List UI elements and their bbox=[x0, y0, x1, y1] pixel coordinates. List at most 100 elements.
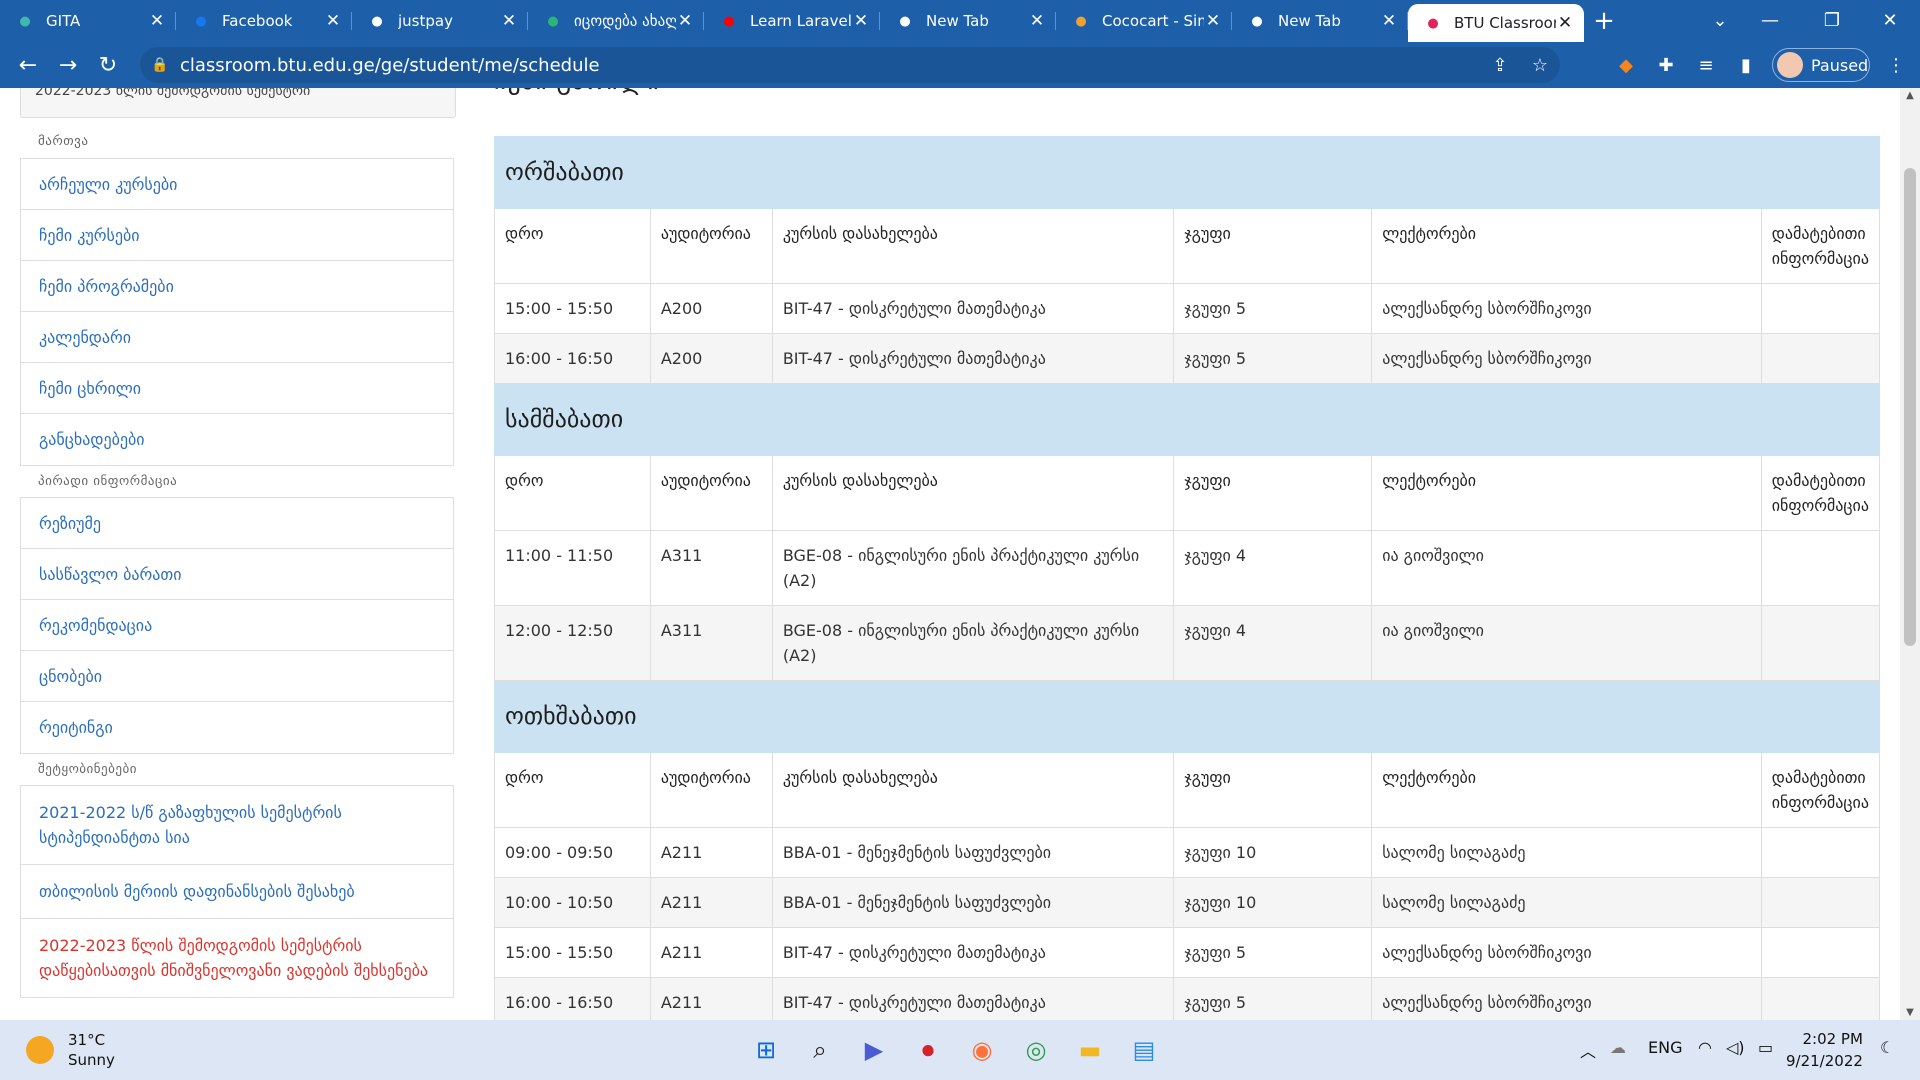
column-header: ლექტორები bbox=[1371, 208, 1762, 284]
tab-list: ● GITA ✕ ● Facebook ✕ ● justpay ✕ ● იცოდება ახალ ✕ ●… bbox=[0, 0, 1584, 42]
url-text[interactable]: classroom.btu.edu.ge/ge/student/me/sched… bbox=[180, 55, 1480, 76]
sidebar-item-notice[interactable]: 2022-2023 წლის შემოდგომის სემესტრის დაწყ… bbox=[21, 919, 453, 997]
bookmark-star-icon[interactable]: ☆ bbox=[1520, 55, 1560, 76]
profile-status: Paused bbox=[1811, 55, 1869, 75]
tab-close-icon[interactable]: ✕ bbox=[1204, 11, 1222, 31]
column-header: კურსის დასახელება bbox=[771, 752, 1175, 828]
media-queue-icon[interactable]: ≡ bbox=[1692, 51, 1720, 79]
reload-icon[interactable]: ↻ bbox=[88, 45, 128, 85]
sidebar-item-manage[interactable]: ჩემი კურსები bbox=[21, 210, 453, 261]
tab-title: New Tab bbox=[1278, 12, 1341, 30]
chrome-icon: ● bbox=[1251, 13, 1263, 29]
column-header: აუდიტორია bbox=[649, 208, 773, 284]
screen-recorder-icon[interactable]: ⏺ bbox=[908, 1030, 948, 1070]
browser-tab[interactable]: ● justpay ✕ bbox=[352, 0, 528, 42]
tab-close-icon[interactable]: ✕ bbox=[1380, 11, 1398, 31]
day-row: სამშაბათი bbox=[494, 383, 1880, 456]
scroll-up-arrow-icon[interactable]: ▲ bbox=[1900, 90, 1920, 101]
wifi-icon[interactable]: ◠ bbox=[1698, 1038, 1712, 1057]
browser-tab[interactable]: ● Facebook ✕ bbox=[176, 0, 352, 42]
sidebar-item-manage[interactable]: ჩემი პროგრამები bbox=[21, 261, 453, 312]
notification-icon[interactable]: ☾ bbox=[1880, 1038, 1894, 1057]
tab-close-icon[interactable]: ✕ bbox=[676, 11, 694, 31]
language-indicator[interactable]: ENG bbox=[1648, 1038, 1682, 1057]
sidebar-item-manage[interactable]: არჩეული კურსები bbox=[21, 159, 453, 210]
weather-widget[interactable]: 31°C Sunny bbox=[26, 1030, 115, 1070]
meet-icon[interactable]: ▶ bbox=[854, 1030, 894, 1070]
column-header: კურსის დასახელება bbox=[771, 208, 1175, 284]
clock-time: 2:02 PM bbox=[1802, 1030, 1863, 1048]
forward-arrow-icon[interactable]: → bbox=[48, 45, 88, 85]
back-arrow-icon[interactable]: ← bbox=[8, 45, 48, 85]
search-icon[interactable]: ⌕ bbox=[800, 1030, 840, 1070]
table-row: 15:00 - 15:50 A211 BIT-47 - დისკრეტული მათ… bbox=[494, 927, 1881, 978]
firefox-icon[interactable]: ◉ bbox=[962, 1030, 1002, 1070]
cell-group: ჯგუფი 10 bbox=[1173, 827, 1373, 878]
metamask-extension-icon[interactable]: ◆ bbox=[1612, 51, 1640, 79]
tab-title: Facebook bbox=[222, 12, 293, 30]
share-icon[interactable]: ⇪ bbox=[1480, 55, 1520, 76]
windows-start-icon[interactable]: ⊞ bbox=[746, 1030, 786, 1070]
sidebar-item-personal[interactable]: სასწავლო ბარათი bbox=[21, 549, 453, 600]
cell-lecturer: ია გიოშვილი bbox=[1371, 605, 1762, 681]
btu-icon: ● bbox=[1427, 15, 1439, 31]
semester-selector[interactable]: 2022-2023 წლის შემოდგომის სემესტრი bbox=[20, 88, 456, 118]
tab-close-icon[interactable]: ✕ bbox=[500, 11, 518, 31]
cell-room: A311 bbox=[649, 605, 773, 681]
sidebar-item-manage[interactable]: კალენდარი bbox=[21, 312, 453, 363]
browser-menu-icon[interactable]: ⋮ bbox=[1882, 51, 1910, 79]
cell-info bbox=[1760, 827, 1881, 878]
tab-title: Learn Laravel 8 bbox=[750, 12, 852, 30]
tab-close-icon[interactable]: ✕ bbox=[324, 11, 342, 31]
browser-tab[interactable]: ● იცოდება ახალ ✕ bbox=[528, 0, 704, 42]
new-tab-button[interactable]: + bbox=[1584, 0, 1624, 42]
tab-close-icon[interactable]: ✕ bbox=[1028, 11, 1046, 31]
volume-icon[interactable]: ◁) bbox=[1726, 1038, 1745, 1057]
file-explorer-icon[interactable]: ▬ bbox=[1070, 1030, 1110, 1070]
sidebar-item-personal[interactable]: რეკომენდაცია bbox=[21, 600, 453, 651]
sidebar-item-manage[interactable]: ჩემი ცხრილი bbox=[21, 363, 453, 414]
tab-close-icon[interactable]: ✕ bbox=[852, 11, 870, 31]
address-bar[interactable]: 🔒 classroom.btu.edu.ge/ge/student/me/sch… bbox=[140, 47, 1560, 83]
profile-button[interactable]: Paused bbox=[1772, 48, 1870, 82]
extensions-puzzle-icon[interactable]: ✚ bbox=[1652, 51, 1680, 79]
browser-tab[interactable]: ● Learn Laravel 8✕ bbox=[704, 0, 880, 42]
browser-tab[interactable]: ● GITA ✕ bbox=[0, 0, 176, 42]
lock-icon[interactable]: 🔒 bbox=[140, 57, 180, 73]
browser-tab[interactable]: ● New Tab ✕ bbox=[1232, 0, 1408, 42]
chrome-icon[interactable]: ◎ bbox=[1016, 1030, 1056, 1070]
close-window-icon[interactable]: ✕ bbox=[1860, 0, 1920, 40]
cell-lecturer: ალექსანდრე სბორშჩიკოვი bbox=[1371, 333, 1762, 384]
sidebar-item-personal[interactable]: რეიტინგი bbox=[21, 702, 453, 753]
cococart-icon: ● bbox=[1075, 13, 1087, 29]
day-row: ორშაბათი bbox=[494, 136, 1880, 209]
scrollbar-thumb[interactable] bbox=[1904, 168, 1916, 646]
cell-course: BBA-01 - მენეჯმენტის საფუძვლები bbox=[771, 877, 1175, 928]
browser-tab[interactable]: ● BTU Classroom✕ bbox=[1408, 4, 1584, 42]
notepad-icon[interactable]: ▤ bbox=[1124, 1030, 1164, 1070]
tab-close-icon[interactable]: ✕ bbox=[148, 11, 166, 31]
page-content: 2022-2023 წლის შემოდგომის სემესტრი მართვ… bbox=[0, 88, 1920, 1020]
cell-course: BBA-01 - მენეჯმენტის საფუძვლები bbox=[771, 827, 1175, 878]
sidebar-item-manage[interactable]: განცხადებები bbox=[21, 414, 453, 465]
restore-icon[interactable]: ❐ bbox=[1802, 0, 1862, 40]
scroll-down-arrow-icon[interactable]: ▼ bbox=[1900, 1007, 1920, 1018]
browser-tab[interactable]: ● New Tab ✕ bbox=[880, 0, 1056, 42]
section-heading-notices: შეტყობინებები bbox=[38, 762, 137, 777]
minimize-icon[interactable]: — bbox=[1740, 0, 1800, 40]
column-header: დამატებითი ინფორმაცია bbox=[1760, 208, 1881, 284]
browser-tab[interactable]: ● Cococart - Sim ✕ bbox=[1056, 0, 1232, 42]
page-scrollbar[interactable]: ▲ ▼ bbox=[1900, 88, 1920, 1020]
column-header: ლექტორები bbox=[1371, 752, 1762, 828]
battery-icon[interactable]: ▭ bbox=[1758, 1038, 1773, 1057]
sidebar-item-notice[interactable]: თბილისის მერიის დაფინანსების შესახებ bbox=[21, 865, 453, 919]
sidebar-item-personal[interactable]: ცნობები bbox=[21, 651, 453, 702]
sidebar-item-notice[interactable]: 2021-2022 ს/წ გაზაფხულის სემესტრის სტიპე… bbox=[21, 786, 453, 865]
tab-close-icon[interactable]: ✕ bbox=[1556, 13, 1574, 33]
tray-chevron-icon[interactable]: ︿ bbox=[1580, 1038, 1596, 1062]
side-panel-icon[interactable]: ▮ bbox=[1732, 51, 1760, 79]
system-clock[interactable]: 2:02 PM 9/21/2022 bbox=[1786, 1028, 1863, 1072]
tab-title: GITA bbox=[46, 12, 81, 30]
onedrive-cloud-icon[interactable]: ☁ bbox=[1610, 1038, 1626, 1057]
sidebar-item-personal[interactable]: რეზიუმე bbox=[21, 498, 453, 549]
